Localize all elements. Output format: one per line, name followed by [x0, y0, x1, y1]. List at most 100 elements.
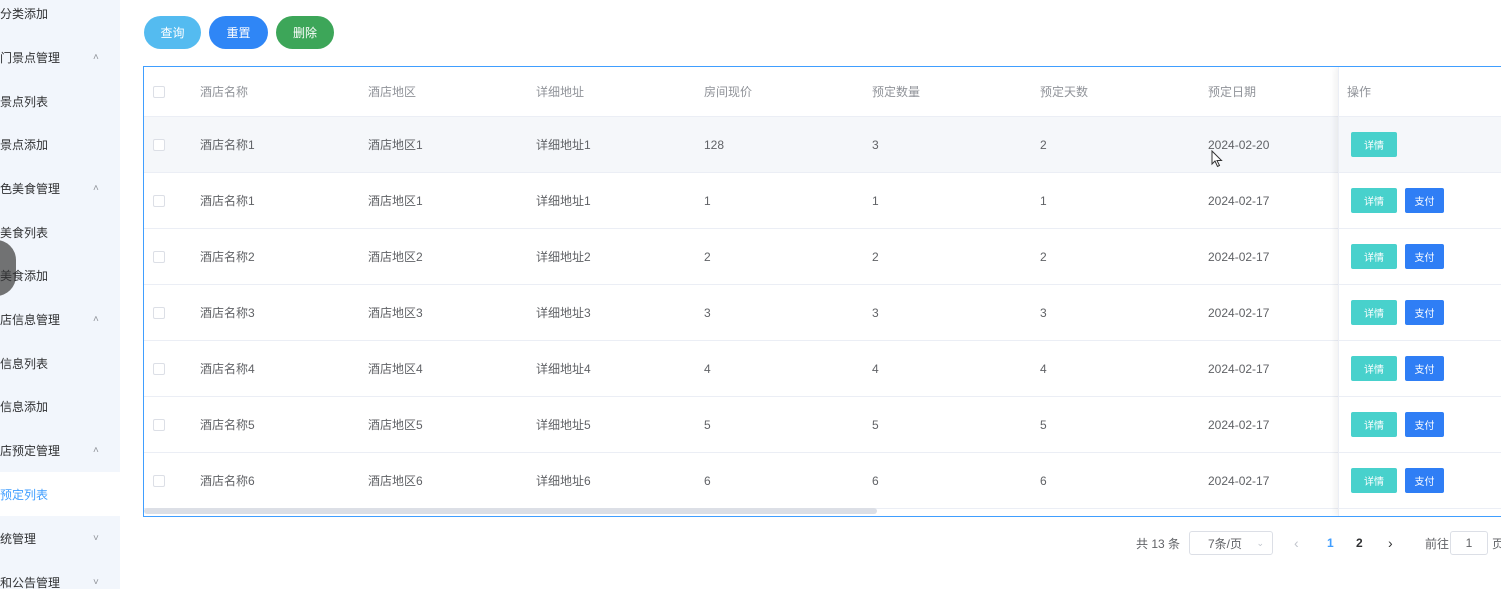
cell-quantity: 3	[872, 137, 879, 152]
page-1-button[interactable]: 1	[1327, 531, 1334, 555]
select-all-checkbox[interactable]	[153, 85, 165, 98]
search-button[interactable]: 查询	[144, 16, 201, 49]
chevron-up-icon: ˄	[93, 313, 99, 325]
chevron-up-icon: ˄	[93, 444, 99, 456]
sidebar-item[interactable]: 景点列表	[0, 79, 120, 123]
row-checkbox[interactable]	[153, 138, 165, 151]
prev-page-icon[interactable]: ‹	[1294, 531, 1299, 555]
actions-column	[1338, 67, 1501, 516]
column-header-days: 预定天数	[1040, 85, 1089, 99]
row-checkbox[interactable]	[153, 418, 165, 431]
cell-date: 2024-02-17	[1208, 417, 1270, 432]
table-row[interactable]: 酒店名称4 酒店地区4 详细地址4 4 4 4 2024-02-17 详情 支付	[144, 341, 1501, 397]
table-header: 酒店名称 酒店地区 详细地址 房间现价 预定数量 预定天数 预定日期 操作	[144, 67, 1501, 117]
table-row[interactable]: 酒店名称5 酒店地区5 详细地址5 5 5 5 2024-02-17 详情 支付	[144, 397, 1501, 453]
cell-hotel-region: 酒店地区2	[368, 250, 423, 264]
sidebar-item[interactable]: 美食添加	[0, 253, 120, 297]
sidebar-item-label: 信息列表	[0, 356, 49, 371]
page-2-button[interactable]: 2	[1356, 531, 1363, 555]
reset-button[interactable]: 重置	[209, 16, 268, 49]
cell-quantity: 2	[872, 249, 879, 264]
cell-hotel-region: 酒店地区3	[368, 306, 423, 320]
cell-date: 2024-02-17	[1208, 305, 1270, 320]
page-size-select[interactable]: 7条/页 ⌄	[1189, 531, 1273, 555]
delete-button[interactable]: 删除	[276, 16, 334, 49]
sidebar-item[interactable]: 门景点管理 ˄	[0, 35, 120, 79]
sidebar-item-label: 和公告管理	[0, 575, 61, 589]
row-checkbox[interactable]	[153, 474, 165, 487]
cell-days: 6	[1040, 473, 1047, 488]
column-header-address: 详细地址	[536, 85, 585, 99]
cell-quantity: 3	[872, 305, 879, 320]
sidebar-item-label: 色美食管理	[0, 181, 61, 196]
table-row[interactable]: 酒店名称1 酒店地区1 详细地址1 128 3 2 2024-02-20 详情	[144, 117, 1501, 173]
cell-days: 1	[1040, 193, 1047, 208]
sidebar-item[interactable]: 预定列表	[0, 472, 120, 516]
column-header-quantity: 预定数量	[872, 85, 921, 99]
next-page-icon[interactable]: ›	[1388, 531, 1393, 555]
sidebar-item[interactable]: 统管理 ˅	[0, 516, 120, 560]
cell-hotel-name: 酒店名称4	[200, 362, 255, 376]
sidebar-item-label: 店信息管理	[0, 312, 61, 327]
cell-hotel-name: 酒店名称5	[200, 418, 255, 432]
cell-hotel-name: 酒店名称2	[200, 250, 255, 264]
sidebar-item[interactable]: 和公告管理 ˅	[0, 560, 120, 589]
cell-price: 5	[704, 417, 711, 432]
row-checkbox[interactable]	[153, 250, 165, 263]
cell-price: 1	[704, 193, 711, 208]
sidebar-item-label: 信息添加	[0, 399, 49, 414]
cell-hotel-region: 酒店地区1	[368, 138, 423, 152]
cell-hotel-region: 酒店地区6	[368, 474, 423, 488]
cell-price: 2	[704, 249, 711, 264]
cell-hotel-name: 酒店名称3	[200, 306, 255, 320]
sidebar-item[interactable]: 分类添加	[0, 0, 120, 35]
cell-address: 详细地址5	[536, 418, 591, 432]
chevron-up-icon: ˄	[93, 182, 99, 194]
cell-quantity: 5	[872, 417, 879, 432]
table-row[interactable]: 酒店名称6 酒店地区6 详细地址6 6 6 6 2024-02-17 详情 支付	[144, 453, 1501, 509]
cell-date: 2024-02-17	[1208, 249, 1270, 264]
sidebar: 分类添加 门景点管理 ˄ 景点列表景点添加色美食管理 ˄ 美食列表美食添加店信息管理 ˄ 信息…	[0, 0, 120, 589]
cell-days: 4	[1040, 361, 1047, 376]
cell-address: 详细地址1	[536, 194, 591, 208]
cell-days: 2	[1040, 249, 1047, 264]
sidebar-item-label: 景点添加	[0, 137, 49, 152]
cell-address: 详细地址6	[536, 474, 591, 488]
sidebar-item[interactable]: 色美食管理 ˄	[0, 166, 120, 210]
total-count: 共 13 条	[1136, 536, 1181, 551]
sidebar-item[interactable]: 信息列表	[0, 341, 120, 385]
sidebar-item-label: 美食列表	[0, 225, 49, 240]
cell-address: 详细地址2	[536, 250, 591, 264]
cell-hotel-name: 酒店名称6	[200, 474, 255, 488]
booking-table: 酒店名称 酒店地区 详细地址 房间现价 预定数量 预定天数 预定日期 操作 酒店…	[143, 66, 1501, 517]
sidebar-item[interactable]: 店预定管理 ˄	[0, 428, 120, 472]
cell-hotel-region: 酒店地区1	[368, 194, 423, 208]
cell-price: 4	[704, 361, 711, 376]
sidebar-item[interactable]: 景点添加	[0, 122, 120, 166]
sidebar-item[interactable]: 美食列表	[0, 210, 120, 254]
cell-date: 2024-02-17	[1208, 473, 1270, 488]
goto-label: 前往	[1425, 536, 1450, 551]
page-suffix: 页	[1492, 536, 1501, 551]
mouse-cursor-icon	[1211, 150, 1223, 168]
sidebar-item[interactable]: 信息添加	[0, 384, 120, 428]
table-row[interactable]: 酒店名称3 酒店地区3 详细地址3 3 3 3 2024-02-17 详情 支付	[144, 285, 1501, 341]
cell-date: 2024-02-17	[1208, 193, 1270, 208]
cell-price: 128	[704, 137, 725, 152]
cell-quantity: 4	[872, 361, 879, 376]
cell-address: 详细地址3	[536, 306, 591, 320]
cell-quantity: 6	[872, 473, 879, 488]
goto-page-input[interactable]: 1	[1450, 531, 1488, 555]
sidebar-item[interactable]: 店信息管理 ˄	[0, 297, 120, 341]
horizontal-scrollbar[interactable]	[144, 508, 877, 514]
table-row[interactable]: 酒店名称2 酒店地区2 详细地址2 2 2 2 2024-02-17 详情 支付	[144, 229, 1501, 285]
table-row[interactable]: 酒店名称1 酒店地区1 详细地址1 1 1 1 2024-02-17 详情 支付	[144, 173, 1501, 229]
sidebar-item-label: 店预定管理	[0, 443, 61, 458]
chevron-up-icon: ˄	[93, 51, 99, 63]
row-checkbox[interactable]	[153, 306, 165, 319]
column-header-price: 房间现价	[704, 85, 753, 99]
cell-days: 2	[1040, 137, 1047, 152]
cell-address: 详细地址1	[536, 138, 591, 152]
row-checkbox[interactable]	[153, 362, 165, 375]
row-checkbox[interactable]	[153, 194, 165, 207]
